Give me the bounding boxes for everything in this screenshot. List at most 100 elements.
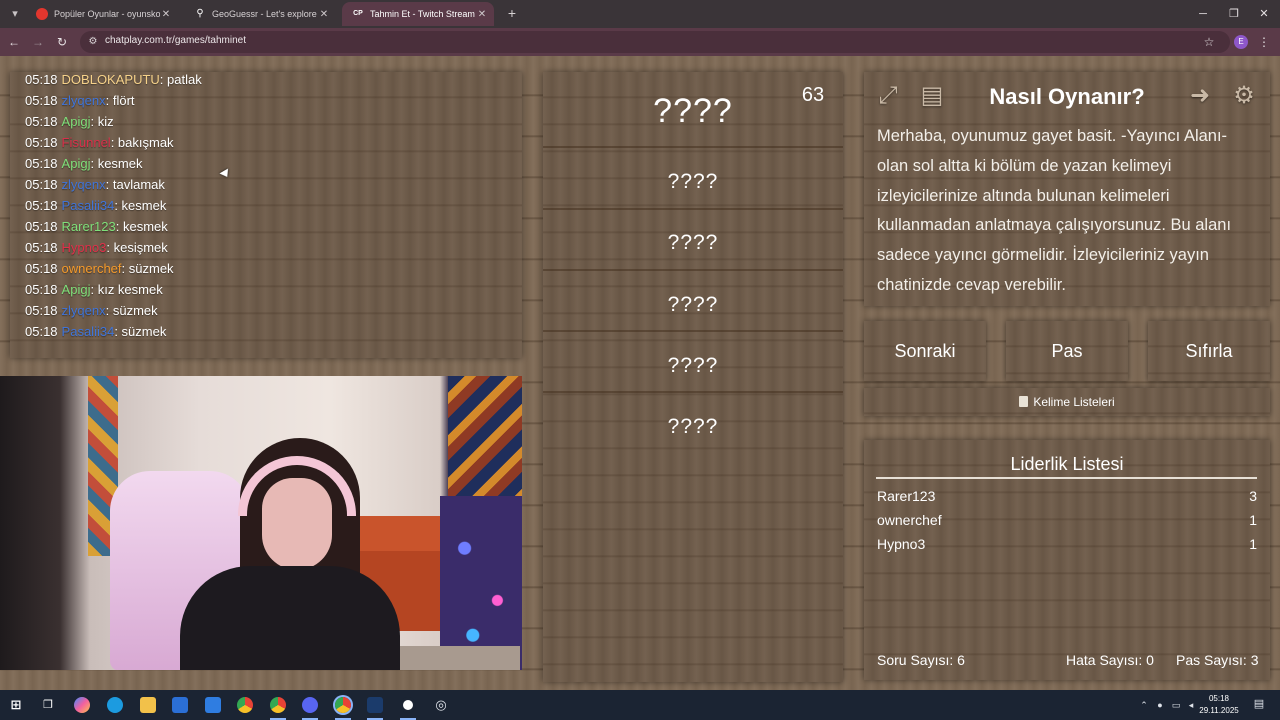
address-bar[interactable]: ⚙ chatplay.com.tr/games/tahminet (80, 31, 1230, 53)
windows-start-icon[interactable]: ⊞ (8, 697, 24, 713)
geoguessr-pin-icon: ⚲ (196, 8, 204, 19)
chat-message: 05:18 Apigj: kesmek (25, 156, 143, 171)
notifications-icon[interactable]: ▤ (1252, 699, 1266, 711)
reload-icon[interactable]: ↻ (54, 34, 70, 50)
forbidden-word: ???? (667, 170, 719, 193)
chatplay-favicon-icon: CP (353, 10, 363, 17)
back-icon[interactable]: ← (6, 34, 22, 50)
chat-text: kesişmek (113, 240, 168, 255)
tray-overflow-icon[interactable]: ⌃ (1139, 700, 1149, 710)
exit-icon[interactable]: ➜ (1185, 81, 1215, 111)
forbidden-word: ???? (667, 415, 719, 438)
document-icon[interactable]: ▤ (917, 81, 947, 111)
chat-username: Rarer123 (61, 219, 116, 234)
close-tab-icon[interactable]: ✕ (318, 9, 330, 20)
chrome-icon[interactable] (237, 697, 253, 713)
how-to-play-panel: ⤢ ▤ Nasıl Oynanır? ➜ ⚙ Merhaba, oyunumuz… (864, 72, 1270, 306)
chat-text: kiz (97, 114, 114, 129)
browser-toolbar: ← → ↻ ⚙ chatplay.com.tr/games/tahminet ☆… (0, 28, 1280, 56)
microphone-icon[interactable]: ● (1155, 700, 1165, 710)
word-divider (543, 208, 843, 210)
steam-icon[interactable] (367, 697, 383, 713)
chrome-icon[interactable] (270, 697, 286, 713)
tab-search-icon[interactable]: ▾ (6, 5, 24, 23)
clipboard-icon (1019, 396, 1029, 407)
word-divider (543, 391, 843, 393)
chat-username: Pasalii34 (61, 324, 115, 339)
tab-oyunskor[interactable]: Popüler Oyunlar - oyunskor.com ✕ (26, 2, 178, 26)
player-name: Hypno3 (877, 536, 926, 552)
player-score: 1 (1249, 512, 1257, 528)
volume-icon[interactable]: ◂ (1186, 700, 1196, 710)
windows-taskbar: ⊞ ❐ ◎ ⌃ ● ▭ ◂ 05:18 29.11.2025 ▤ (0, 690, 1280, 720)
chat-message: 05:18 Fisunnel: bakışmak (25, 135, 174, 150)
pass-button[interactable]: Pas (1006, 321, 1128, 381)
fullscreen-icon[interactable]: ⤢ (873, 81, 903, 111)
how-to-play-text: Merhaba, oyunumuz gayet basit. -Yayıncı … (877, 127, 1232, 294)
url-text[interactable]: chatplay.com.tr/games/tahminet (105, 35, 246, 46)
site-info-icon[interactable]: ⚙ (86, 35, 100, 49)
forbidden-word: ???? (667, 231, 719, 254)
tab-label: GeoGuessr - Let's explore the world! (212, 9, 318, 19)
word-panel: 63 ???? ???? ???? ???? ???? ???? (543, 72, 843, 682)
copilot-icon[interactable] (74, 697, 90, 713)
obs-icon[interactable] (400, 697, 416, 713)
task-view-icon[interactable]: ❐ (40, 697, 56, 713)
pass-count: Pas Sayısı: 3 (1176, 652, 1259, 668)
chat-text: patlak (167, 72, 202, 87)
leaderboard-row: Hypno3 1 (877, 536, 1257, 556)
reset-button[interactable]: Sıfırla (1148, 321, 1270, 381)
chat-username: DOBLOKAPUTU (61, 72, 160, 87)
edge-browser-icon[interactable] (107, 697, 123, 713)
chat-text: tavlamak (112, 177, 165, 192)
discord-icon[interactable] (302, 697, 318, 713)
chat-text: süzmek (112, 303, 158, 318)
tab-tahmin-et[interactable]: CP Tahmin Et - Twitch Stream Games ✕ (342, 2, 494, 26)
network-icon[interactable]: ▭ (1171, 700, 1181, 710)
word-divider (543, 146, 843, 148)
bookmark-star-icon[interactable]: ☆ (1201, 34, 1217, 50)
chat-username: Hypno3 (61, 240, 107, 255)
store-icon[interactable] (172, 697, 188, 713)
webcam-tapestry (448, 376, 522, 496)
chat-username: Apigj (61, 282, 91, 297)
chrome-profile-icon[interactable] (335, 697, 351, 713)
tab-label: Tahmin Et - Twitch Stream Games (370, 9, 476, 19)
forward-icon[interactable]: → (30, 34, 46, 50)
chat-username: Apigj (61, 114, 91, 129)
close-tab-icon[interactable]: ✕ (476, 9, 488, 20)
forbidden-word: ???? (667, 354, 719, 377)
profile-avatar[interactable]: E (1234, 35, 1248, 49)
chat-message: 05:18 zlyqenx: tavlamak (25, 177, 165, 192)
chat-text: kesmek (97, 156, 143, 171)
chat-text: kesmek (122, 219, 168, 234)
player-score: 3 (1249, 488, 1257, 504)
chat-text: kesmek (121, 198, 167, 213)
word-lists-button[interactable]: Kelime Listeleri (864, 388, 1270, 416)
webcam-overlay (0, 376, 522, 670)
taskbar-clock-date[interactable]: 29.11.2025 (1196, 706, 1242, 715)
error-count: Hata Sayısı: 0 (1066, 652, 1154, 668)
file-explorer-icon[interactable] (140, 697, 156, 713)
leaderboard-row: Rarer123 3 (877, 488, 1257, 508)
chat-text: kız kesmek (97, 282, 163, 297)
next-button[interactable]: Sonraki (864, 321, 986, 381)
app-icon[interactable]: ◎ (433, 697, 449, 713)
close-tab-icon[interactable]: ✕ (160, 9, 172, 20)
settings-gear-icon[interactable]: ⚙ (1229, 81, 1259, 111)
word-lists-label: Kelime Listeleri (1033, 395, 1115, 409)
player-name: Rarer123 (877, 488, 936, 504)
chat-panel: 05:18 DOBLOKAPUTU: patlak 05:18 zlyqenx: f… (10, 72, 522, 358)
close-window-icon[interactable]: ✕ (1256, 6, 1272, 22)
tab-geoguessr[interactable]: ⚲ GeoGuessr - Let's explore the world! ✕ (184, 2, 336, 26)
minimize-icon[interactable]: ─ (1195, 6, 1211, 22)
chat-message: 05:18 ownerchef: süzmek (25, 261, 174, 276)
taskbar-clock-time[interactable]: 05:18 (1196, 694, 1242, 703)
browser-menu-icon[interactable]: ⋮ (1258, 34, 1270, 50)
new-tab-icon[interactable]: + (504, 5, 520, 21)
chat-text: süzmek (128, 261, 174, 276)
mail-icon[interactable] (205, 697, 221, 713)
leaderboard-title: Liderlik Listesi (1010, 454, 1124, 474)
restore-icon[interactable]: ❐ (1226, 6, 1242, 22)
chat-username: Apigj (61, 156, 91, 171)
